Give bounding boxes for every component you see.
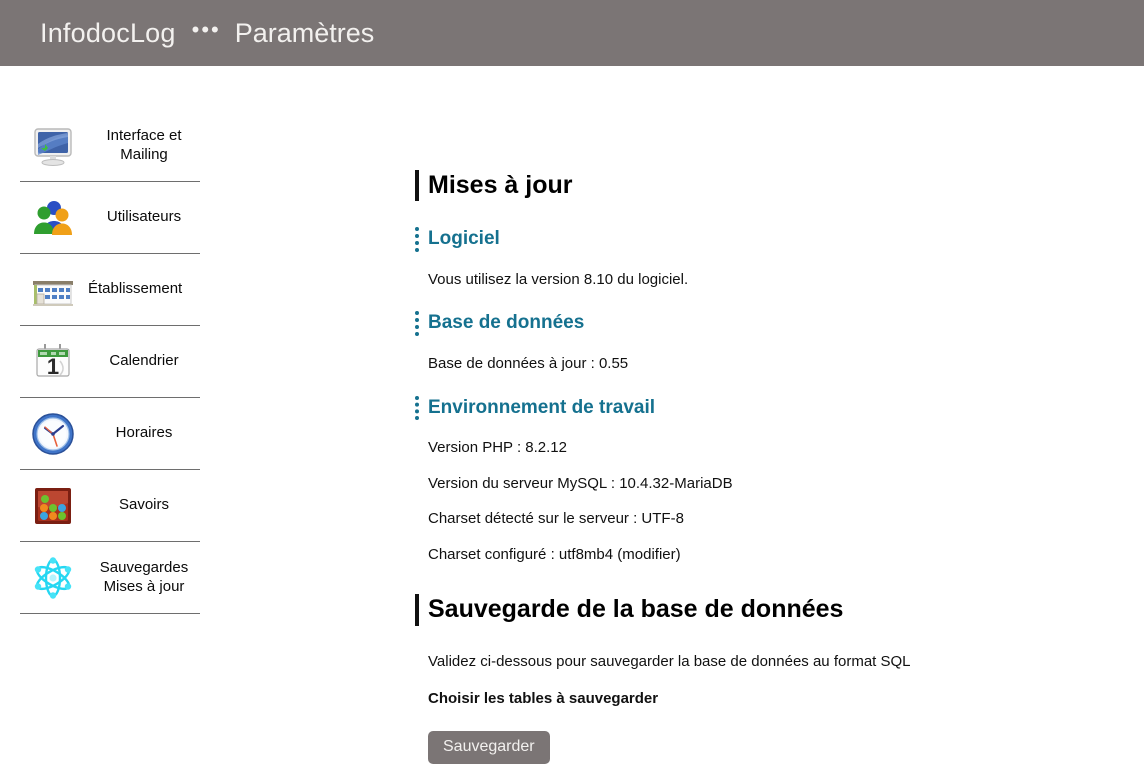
- sidebar: Interface et Mailing Utilisateurs Établi…: [0, 66, 240, 614]
- sidebar-item-label: Savoirs: [118, 496, 170, 514]
- atom-icon: [30, 555, 76, 601]
- sidebar-item-calendrier[interactable]: 1 Calendrier: [0, 326, 240, 397]
- app-brand: InfodocLog: [40, 17, 176, 48]
- environment-heading: Environnement de travail: [415, 395, 1144, 421]
- monitor-icon: [30, 123, 76, 169]
- php-version-text: Version PHP : 8.2.12: [428, 439, 567, 457]
- sidebar-item-label: Calendrier: [109, 352, 179, 370]
- sidebar-item-savoirs[interactable]: Savoirs: [0, 470, 240, 541]
- sidebar-item-label: Interface et Mailing: [106, 126, 182, 163]
- users-icon: [30, 195, 76, 241]
- software-version-text: Vous utilisez la version 8.10 du logicie…: [428, 270, 689, 288]
- sidebar-item-sauvegardes-mises-a-jour[interactable]: Sauvegardes Mises à jour: [0, 542, 240, 613]
- svg-text:1: 1: [47, 354, 59, 379]
- database-version-text: Base de données à jour : 0.55: [428, 355, 629, 373]
- sidebar-divider: [20, 613, 200, 614]
- software-heading: Logiciel: [415, 227, 1144, 252]
- page-title: Paramètres: [234, 17, 375, 48]
- sidebar-item-label: Établissement: [88, 280, 183, 298]
- database-heading: Base de données: [415, 311, 1144, 337]
- sidebar-item-utilisateurs[interactable]: Utilisateurs: [0, 182, 240, 253]
- save-backup-button[interactable]: Sauvegarder: [428, 730, 550, 764]
- sidebar-item-label: Sauvegardes Mises à jour: [99, 558, 189, 595]
- backup-title: Sauvegarde de la base de données: [415, 594, 1144, 626]
- building-icon: [30, 267, 76, 313]
- calendar-icon: 1: [30, 339, 76, 385]
- sidebar-item-interface-mailing[interactable]: Interface et Mailing: [0, 110, 240, 181]
- sidebar-item-horaires[interactable]: Horaires: [0, 398, 240, 469]
- page-body: Interface et Mailing Utilisateurs Établi…: [0, 66, 1144, 764]
- main-content: Mises à jour Logiciel Vous utilisez la v…: [240, 66, 1144, 764]
- updates-title: Mises à jour: [415, 170, 1144, 202]
- clock-icon: [30, 411, 76, 457]
- knowledge-blocks-icon: [30, 483, 76, 529]
- charset-configured-text: Charset configuré : utf8mb4 (modifier): [428, 545, 681, 563]
- header-separator-dots: •••: [191, 17, 221, 42]
- mysql-version-text: Version du serveur MySQL : 10.4.32-Maria…: [428, 474, 733, 492]
- app-header: InfodocLog ••• Paramètres: [0, 0, 1144, 66]
- sidebar-item-etablissement[interactable]: Établissement: [0, 254, 240, 325]
- sidebar-item-label: Horaires: [115, 424, 173, 442]
- sidebar-item-label: Utilisateurs: [106, 208, 182, 226]
- backup-intro-text: Validez ci-dessous pour sauvegarder la b…: [428, 652, 911, 670]
- choose-tables-label: Choisir les tables à sauvegarder: [428, 690, 659, 708]
- charset-detected-text: Charset détecté sur le serveur : UTF-8: [428, 510, 684, 528]
